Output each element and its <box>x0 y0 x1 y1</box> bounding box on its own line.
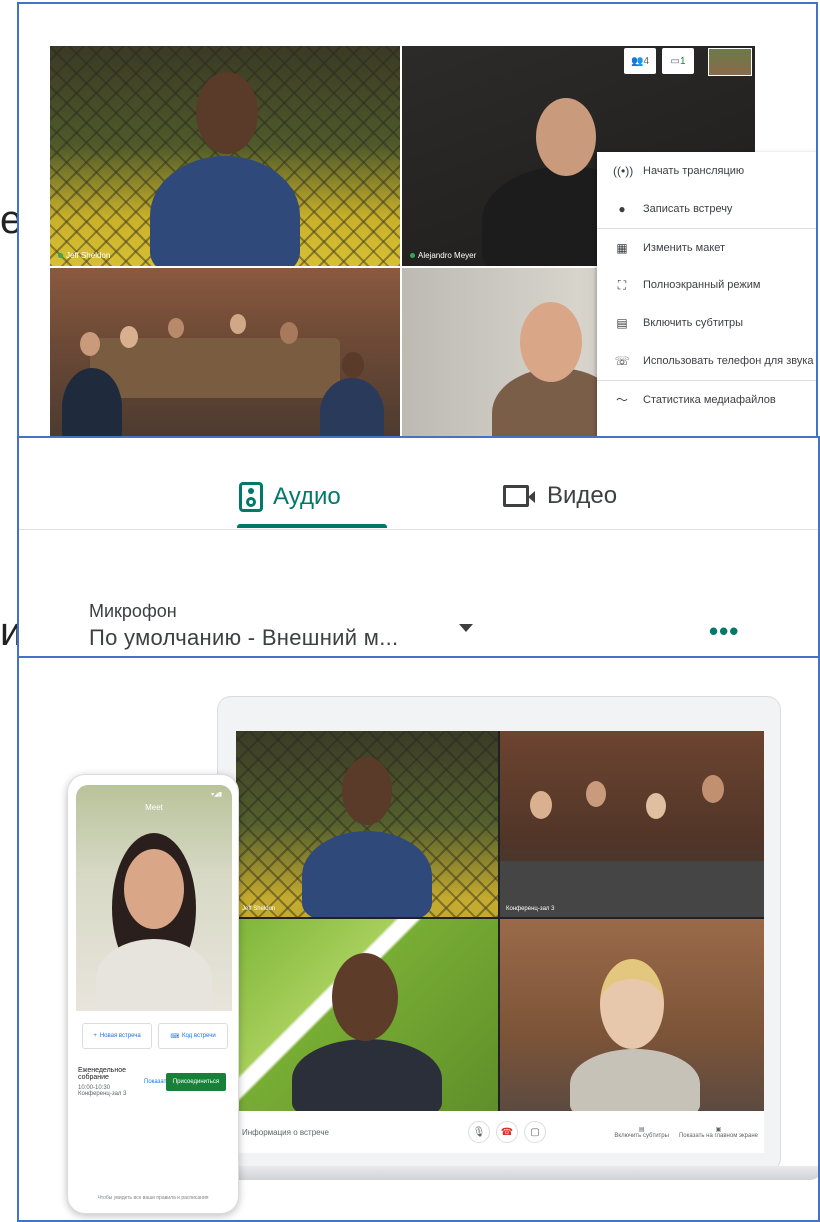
meeting-info-button[interactable]: Информация о встрече <box>242 1128 329 1137</box>
audio-video-settings-panel: Аудио Видео Микрофон По умолчанию - Внеш… <box>17 436 820 660</box>
self-view-thumbnail[interactable] <box>708 48 752 76</box>
tab-audio[interactable]: Аудио <box>239 482 341 512</box>
video-camera-icon <box>503 485 535 507</box>
fullscreen-icon: ⛶ <box>617 277 627 292</box>
more-options-icon[interactable]: ••• <box>709 616 739 647</box>
chevron-down-icon[interactable] <box>459 624 473 632</box>
video-tile-1[interactable]: Jeff Sheldon <box>50 46 400 266</box>
phone-device: ▾◢▮ Meet + Новая встреча ⌨ Код встречи Е… <box>67 774 239 1214</box>
meet-video-grid-panel: Jeff Sheldon Alejandro Meyer 👥4 ▭1 ((• <box>17 2 818 442</box>
menu-item-record[interactable]: ● Записать встречу <box>597 190 816 228</box>
phone-app-title: Meet <box>145 803 163 812</box>
more-options-menu: ((•)) Начать трансляцию ● Записать встречу… <box>597 152 816 440</box>
microphone-select[interactable]: По умолчанию - Внешний м... <box>89 625 398 651</box>
video-tile-3[interactable] <box>50 268 400 440</box>
tab-audio-label: Аудио <box>273 483 341 510</box>
laptop-device: Jeff Sheldon Конференц-зал 3 Информация … <box>217 696 781 1172</box>
phone-video-preview: ▾◢▮ Meet <box>76 785 232 1011</box>
captions-icon: ▤ <box>616 316 628 330</box>
present-button[interactable]: ▣ Показать на главном экране <box>679 1126 758 1139</box>
call-control-bar: Информация о встрече 🎙 ☎ ▢ ▤ Включить суб… <box>236 1111 764 1153</box>
laptop-base <box>147 1166 818 1180</box>
tile-name-tag: Jeff Sheldon <box>58 251 110 260</box>
people-icon[interactable]: 👥 4 <box>624 48 656 74</box>
menu-item-broadcast[interactable]: ((•)) Начать трансляцию <box>597 152 816 190</box>
event-note: Конференц-зал 3 <box>78 1091 127 1097</box>
tab-video[interactable]: Видео <box>503 482 617 510</box>
menu-item-captions[interactable]: ▤ Включить субтитры <box>597 304 816 342</box>
join-event-button[interactable]: Присоединиться <box>166 1073 226 1091</box>
new-meeting-button[interactable]: + Новая встреча <box>82 1023 152 1049</box>
phone-audio-icon: ☏ <box>614 354 630 368</box>
captions-button[interactable]: ▤ Включить субтитры <box>614 1126 669 1139</box>
layout-icon: ▦ <box>616 240 628 255</box>
laptop-video-grid: Jeff Sheldon Конференц-зал 3 <box>236 731 764 1111</box>
laptop-video-tile-3[interactable] <box>236 919 498 1111</box>
record-icon: ● <box>618 202 626 216</box>
join-by-code-button[interactable]: ⌨ Код встречи <box>158 1023 228 1049</box>
menu-item-fullscreen[interactable]: ⛶ Полноэкранный режим <box>597 266 816 304</box>
upcoming-event: Еженедельное собрание 10:00-10:30 Конфер… <box>78 1067 230 1097</box>
tab-video-label: Видео <box>547 482 618 509</box>
settings-tabs: Аудио Видео <box>19 438 818 530</box>
phone-footer-text: Чтобы увидеть все ваши правила и расписа… <box>97 1195 209 1201</box>
chat-icon[interactable]: ▭ 1 <box>662 48 694 74</box>
speaker-icon <box>239 482 263 512</box>
menu-item-media-stats[interactable]: 〜 Статистика медиафайлов <box>597 380 816 418</box>
microphone-icon[interactable]: 🎙 <box>468 1121 490 1143</box>
top-controls: 👥 4 ▭ 1 <box>624 48 694 74</box>
event-title: Еженедельное собрание <box>78 1067 126 1081</box>
laptop-video-tile-1[interactable]: Jeff Sheldon <box>236 731 498 917</box>
stats-icon: 〜 <box>615 393 628 407</box>
right-controls: ▤ Включить субтитры ▣ Показать на главном … <box>614 1126 758 1139</box>
camera-icon[interactable]: ▢ <box>524 1121 546 1143</box>
menu-item-phone-audio[interactable]: ☏ Использовать телефон для звука <box>597 342 816 380</box>
status-bar: ▾◢▮ <box>211 792 222 798</box>
laptop-video-tile-2[interactable]: Конференц-зал 3 <box>500 731 764 917</box>
active-tab-indicator <box>237 524 387 528</box>
call-controls: 🎙 ☎ ▢ <box>468 1121 546 1143</box>
microphone-label: Микрофон <box>89 601 177 621</box>
phone-actions: + Новая встреча ⌨ Код встречи <box>82 1023 228 1049</box>
laptop-video-tile-4[interactable] <box>500 919 764 1111</box>
broadcast-icon: ((•)) <box>613 164 634 178</box>
menu-item-layout[interactable]: ▦ Изменить макет <box>597 228 816 266</box>
hang-up-icon[interactable]: ☎ <box>496 1121 518 1143</box>
devices-illustration-panel: Jeff Sheldon Конференц-зал 3 Информация … <box>17 656 820 1222</box>
tile-name-tag: Alejandro Meyer <box>410 251 476 260</box>
